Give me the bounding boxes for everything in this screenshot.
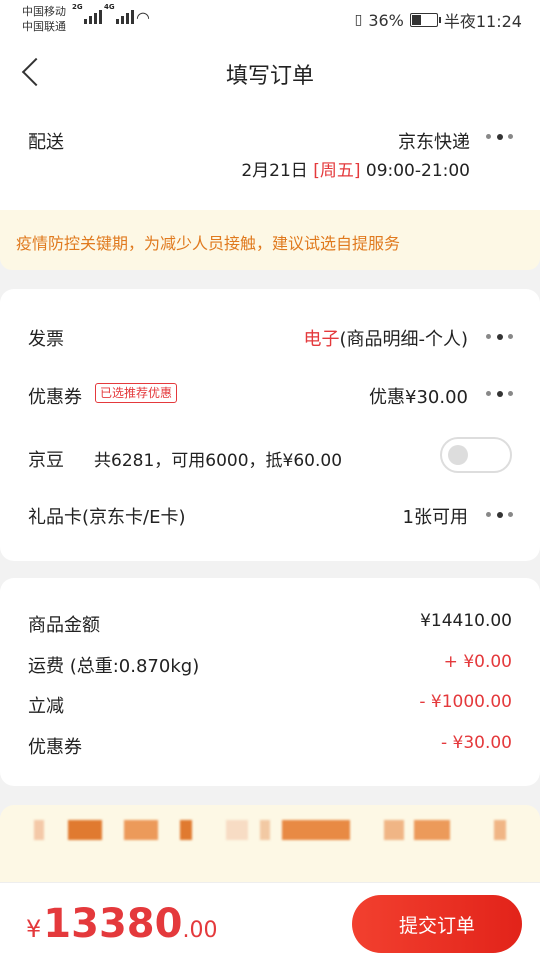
discount-value: - ¥1000.00 — [419, 692, 512, 712]
submit-order-button[interactable]: 提交订单 — [352, 895, 522, 953]
signal-icon: 4G — [104, 3, 134, 24]
delivery-time: 2月21日 [周五] 09:00-21:00 — [241, 156, 470, 181]
page-title: 填写订单 — [225, 64, 314, 89]
delivery-label: 配送 — [28, 132, 64, 153]
giftcard-value: 1张可用 — [402, 507, 468, 528]
epidemic-notice: 疫情防控关键期，为减少人员接触，建议试选自提服务 — [0, 210, 540, 270]
more-dots-icon[interactable] — [486, 132, 514, 142]
nav-header: 填写订单 — [0, 38, 540, 110]
discount-label: 立减 — [28, 696, 64, 717]
delivery-section[interactable]: 配送 京东快递 2月21日 [周五] 09:00-21:00 — [0, 110, 540, 210]
currency-symbol: ¥ — [26, 915, 42, 943]
more-dots-icon[interactable] — [486, 510, 514, 520]
invoice-detail: (商品明细-个人) — [339, 329, 468, 350]
jingdou-detail: 共6281，可用6000，抵¥60.00 — [94, 451, 343, 471]
jingdou-label: 京豆 — [28, 450, 64, 471]
total-integer: 13380 — [43, 901, 183, 947]
shipping-value: + ¥0.00 — [443, 652, 512, 672]
giftcard-label: 礼品卡(京东卡/E卡) — [28, 507, 186, 528]
network-type-1: 2G — [72, 3, 83, 11]
delivery-date: 2月21日 — [241, 161, 308, 181]
wifi-icon: ◠ — [136, 8, 150, 27]
shipping-label: 运费 (总重:0.870kg) — [28, 656, 200, 677]
coupon-deduct-value: - ¥30.00 — [440, 733, 512, 753]
invoice-type: 电子 — [303, 329, 340, 350]
invoice-label: 发票 — [28, 329, 64, 350]
more-dots-icon[interactable] — [486, 389, 514, 399]
goods-amount-value: ¥14410.00 — [420, 611, 512, 631]
coupon-deduct-label: 优惠券 — [28, 737, 82, 758]
delivery-time-range: 09:00-21:00 — [365, 161, 470, 181]
more-dots-icon[interactable] — [486, 332, 514, 342]
checkout-bar: ¥ 13380 .00 提交订单 — [0, 882, 540, 960]
vibrate-icon: ▯ — [354, 12, 363, 28]
carrier-info: 中国移动 中国联通 — [22, 4, 66, 34]
carrier-1: 中国移动 — [22, 5, 66, 18]
network-type-2: 4G — [104, 3, 115, 11]
battery-fill — [411, 15, 422, 25]
clock: 半夜11:24 — [443, 12, 522, 31]
delivery-weekday: [周五] — [313, 161, 361, 181]
invoice-value: 电子(商品明细-个人) — [303, 325, 468, 351]
coupon-tag: 已选推荐优惠 — [95, 383, 178, 403]
coupon-value: 优惠¥30.00 — [369, 387, 468, 408]
battery-percent: 36% — [368, 10, 404, 30]
toggle-knob — [448, 445, 468, 465]
options-card: 发票 电子(商品明细-个人) 优惠券 已选推荐优惠 优惠¥30.00 京豆 共6… — [0, 289, 540, 561]
status-right: ▯ 36% 半夜11:24 — [355, 8, 522, 32]
signal-icon: 2G — [72, 3, 102, 24]
status-bar: 中国移动 中国联通 2G 4G ◠ ▯ 36% 半夜11:24 — [0, 0, 540, 38]
carrier-2: 中国联通 — [22, 20, 66, 33]
goods-amount-label: 商品金额 — [28, 615, 100, 636]
total-decimal: .00 — [182, 918, 218, 943]
delivery-method: 京东快递 — [398, 132, 470, 153]
battery-icon — [409, 13, 441, 27]
price-summary-card: 商品金额 ¥14410.00 运费 (总重:0.870kg) + ¥0.00 立… — [0, 578, 540, 786]
total-price: ¥ 13380 .00 — [26, 901, 217, 947]
coupon-label: 优惠券 — [28, 387, 82, 408]
jingdou-toggle[interactable] — [440, 437, 512, 473]
blurred-promo-banner — [0, 805, 540, 885]
